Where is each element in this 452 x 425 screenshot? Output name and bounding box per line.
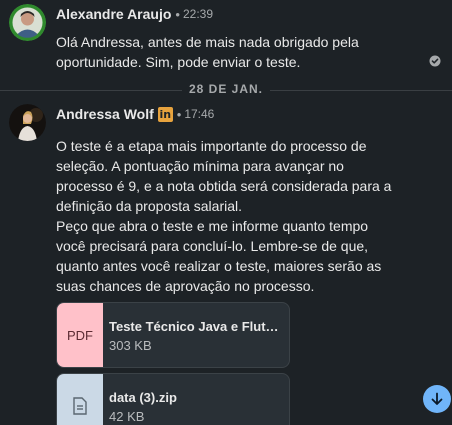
- attachment-zip[interactable]: data (3).zip 42 KB: [56, 373, 290, 425]
- message-group-andressa: Andressa Wolf in • 17:46 O teste é a eta…: [0, 100, 452, 425]
- attachment-size: 303 KB: [109, 338, 152, 353]
- avatar-photo-andressa: [9, 104, 46, 141]
- attachment-name[interactable]: data (3).zip: [109, 390, 281, 405]
- separator-dot: •: [176, 106, 182, 122]
- pdf-file-icon: PDF: [57, 303, 103, 367]
- date-divider-label: 28 DE JAN.: [188, 82, 264, 96]
- message-body-alexandre: Olá Andressa, antes de mais nada obrigad…: [56, 32, 396, 72]
- message-paragraph: Peço que abra o teste e me informe quant…: [56, 218, 382, 294]
- sender-line-alexandre: Alexandre Araujo • 22:39: [56, 4, 213, 24]
- sender-name[interactable]: Andressa Wolf: [56, 106, 154, 122]
- avatar-photo-alexandre: [9, 4, 46, 41]
- linkedin-premium-icon: in: [157, 106, 173, 122]
- message-group-alexandre: Alexandre Araujo • 22:39 Olá Andressa, a…: [0, 0, 452, 80]
- attachment-size: 42 KB: [109, 409, 145, 424]
- arrow-down-icon: [431, 392, 443, 405]
- message-time: 17:46: [184, 107, 215, 121]
- document-file-icon: [57, 374, 103, 425]
- message-body-andressa: O teste é a etapa mais importante do pro…: [56, 136, 396, 296]
- check-circle-icon: [429, 55, 441, 67]
- avatar-andressa[interactable]: [9, 104, 46, 141]
- attachment-pdf[interactable]: PDF Teste Técnico Java e Flutter 303 KB: [56, 302, 290, 368]
- document-glyph-icon: [73, 397, 87, 415]
- divider-line-right: [270, 90, 452, 91]
- avatar-alexandre[interactable]: [9, 4, 46, 41]
- sender-line-andressa: Andressa Wolf in • 17:46: [56, 104, 214, 124]
- scroll-to-bottom-button[interactable]: [423, 385, 451, 413]
- date-divider: 28 DE JAN.: [0, 80, 452, 100]
- message-paragraph: O teste é a etapa mais importante do pro…: [56, 138, 392, 214]
- attachment-name[interactable]: Teste Técnico Java e Flutter: [109, 319, 281, 334]
- separator-dot: •: [175, 6, 180, 22]
- sender-name[interactable]: Alexandre Araujo: [56, 6, 171, 22]
- message-time: 22:39: [182, 7, 213, 21]
- message-paragraph: Olá Andressa, antes de mais nada obrigad…: [56, 34, 359, 70]
- chat-pane: Alexandre Araujo • 22:39 Olá Andressa, a…: [0, 0, 452, 425]
